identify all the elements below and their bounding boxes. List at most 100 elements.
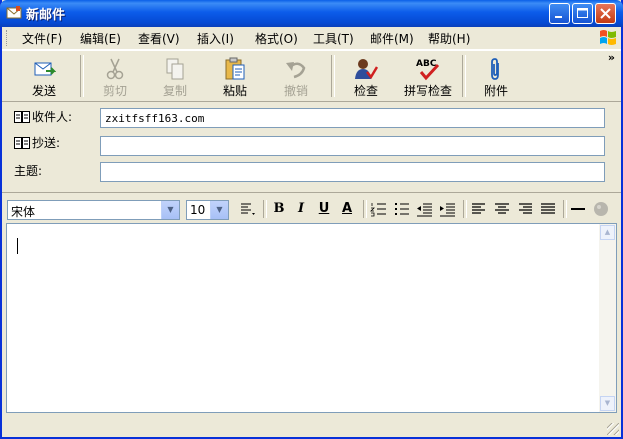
new-mail-window: 新邮件 文件(F) 编辑(E) 查看(V) 插入(I) 格式(O) 工具(T) …: [0, 0, 623, 439]
subject-field[interactable]: [100, 162, 605, 182]
message-headers: 收件人: zxitfsff163.com 抄送: 主题:: [2, 101, 621, 187]
bullet-list-icon: [395, 203, 409, 215]
close-button[interactable]: [595, 3, 616, 24]
toolbar-overflow-chevron[interactable]: »: [608, 51, 615, 64]
minimize-icon: [555, 16, 562, 18]
align-right-icon: [519, 203, 532, 214]
send-label: 发送: [31, 84, 56, 98]
menu-file[interactable]: 文件(F): [22, 30, 62, 47]
font-color-button[interactable]: A: [337, 200, 357, 218]
insert-picture-button[interactable]: [591, 200, 611, 218]
menu-tools[interactable]: 工具(T): [313, 30, 354, 47]
menu-mail[interactable]: 邮件(M): [370, 30, 414, 47]
address-book-icon: [14, 111, 30, 123]
mail-icon: [6, 6, 22, 19]
picture-icon: [594, 202, 608, 216]
menu-bar: 文件(F) 编辑(E) 查看(V) 插入(I) 格式(O) 工具(T) 邮件(M…: [2, 27, 621, 50]
chevron-down-icon[interactable]: ▼: [161, 201, 179, 219]
maximize-icon: [577, 8, 588, 18]
to-label-text: 收件人:: [32, 110, 73, 124]
bullet-list-button[interactable]: [392, 200, 412, 218]
menu-insert[interactable]: 插入(I): [197, 30, 234, 47]
numbered-list-button[interactable]: [369, 200, 389, 218]
scroll-up-button[interactable]: ▲: [600, 225, 615, 240]
copy-icon: [166, 58, 184, 80]
paperclip-icon: [491, 58, 499, 80]
cut-button[interactable]: 剪切: [87, 51, 143, 101]
align-left-button[interactable]: [469, 200, 489, 218]
vertical-scrollbar[interactable]: ▲ ▼: [599, 224, 616, 412]
decrease-indent-icon: [417, 203, 432, 217]
format-separator: [263, 200, 267, 218]
cc-label[interactable]: 抄送:: [14, 134, 60, 151]
paragraph-style-button[interactable]: [237, 200, 259, 218]
text-caret: [17, 238, 18, 254]
resize-grip[interactable]: [607, 423, 619, 435]
subject-label: 主题:: [14, 164, 43, 178]
minimize-button[interactable]: [549, 3, 570, 24]
attach-label: 附件: [483, 84, 508, 98]
justify-button[interactable]: [538, 200, 558, 218]
undo-label: 撤销: [283, 84, 308, 98]
paste-button[interactable]: 粘贴: [207, 51, 263, 101]
menu-view[interactable]: 查看(V): [138, 30, 180, 47]
menu-format[interactable]: 格式(O): [255, 30, 298, 47]
close-icon: [600, 8, 611, 19]
maximize-button[interactable]: [572, 3, 593, 24]
scissors-icon: [106, 58, 124, 80]
spell-check-icon: ABC: [416, 59, 440, 81]
paste-label: 粘贴: [222, 84, 247, 98]
align-center-button[interactable]: [492, 200, 512, 218]
paste-icon: [225, 57, 245, 80]
undo-button[interactable]: 撤销: [268, 51, 324, 101]
increase-indent-button[interactable]: [438, 200, 458, 218]
attach-button[interactable]: 附件: [468, 51, 524, 101]
toolbar-separator: [80, 55, 84, 97]
chevron-down-icon[interactable]: ▼: [210, 201, 228, 219]
toolbar-separator: [331, 55, 335, 97]
format-separator: [563, 200, 567, 218]
send-button[interactable]: 发送: [16, 51, 72, 101]
font-size-value: 10: [190, 203, 206, 217]
copy-button[interactable]: 复制: [147, 51, 203, 101]
horizontal-line-button[interactable]: [568, 200, 588, 218]
menu-help[interactable]: 帮助(H): [428, 30, 470, 47]
increase-indent-icon: [440, 203, 455, 217]
decrease-indent-button[interactable]: [415, 200, 435, 218]
status-bar: [2, 416, 621, 437]
to-field[interactable]: zxitfsff163.com: [100, 108, 605, 128]
cc-field[interactable]: [100, 136, 605, 156]
align-right-button[interactable]: [515, 200, 535, 218]
undo-icon: [286, 62, 306, 79]
bold-button[interactable]: B: [269, 200, 289, 218]
format-separator: [463, 200, 467, 218]
title-bar[interactable]: 新邮件: [0, 0, 623, 27]
italic-button[interactable]: I: [291, 200, 311, 218]
copy-label: 复制: [162, 84, 187, 98]
font-name-value: 宋体: [11, 205, 36, 219]
check-names-label: 检查: [353, 84, 378, 98]
message-body-editor[interactable]: ▲ ▼: [6, 223, 617, 413]
toolbar: 发送 剪切 复制 粘贴 撤销 检查 ABC 拼写检查 附件 »: [2, 50, 621, 102]
align-center-icon: [495, 203, 509, 214]
cut-label: 剪切: [102, 84, 127, 98]
menu-edit[interactable]: 编辑(E): [80, 30, 121, 47]
font-size-select[interactable]: 10 ▼: [186, 200, 229, 220]
to-label[interactable]: 收件人:: [14, 108, 72, 125]
toolbar-separator: [462, 55, 466, 97]
paragraph-style-icon: [241, 203, 255, 215]
font-name-select[interactable]: 宋体 ▼: [7, 200, 180, 220]
spell-check-button[interactable]: ABC 拼写检查: [394, 51, 462, 101]
spell-check-label: 拼写检查: [403, 84, 452, 98]
format-separator: [363, 200, 367, 218]
justify-icon: [541, 203, 555, 214]
window-title: 新邮件: [26, 8, 66, 23]
align-left-icon: [472, 203, 485, 214]
menu-grip[interactable]: [6, 30, 10, 46]
check-names-icon: [355, 59, 378, 80]
horizontal-line-icon: [571, 208, 585, 210]
scroll-down-button[interactable]: ▼: [600, 396, 615, 411]
check-names-button[interactable]: 检查: [338, 51, 394, 101]
numbered-list-icon: [370, 203, 386, 217]
underline-button[interactable]: U: [314, 200, 334, 218]
